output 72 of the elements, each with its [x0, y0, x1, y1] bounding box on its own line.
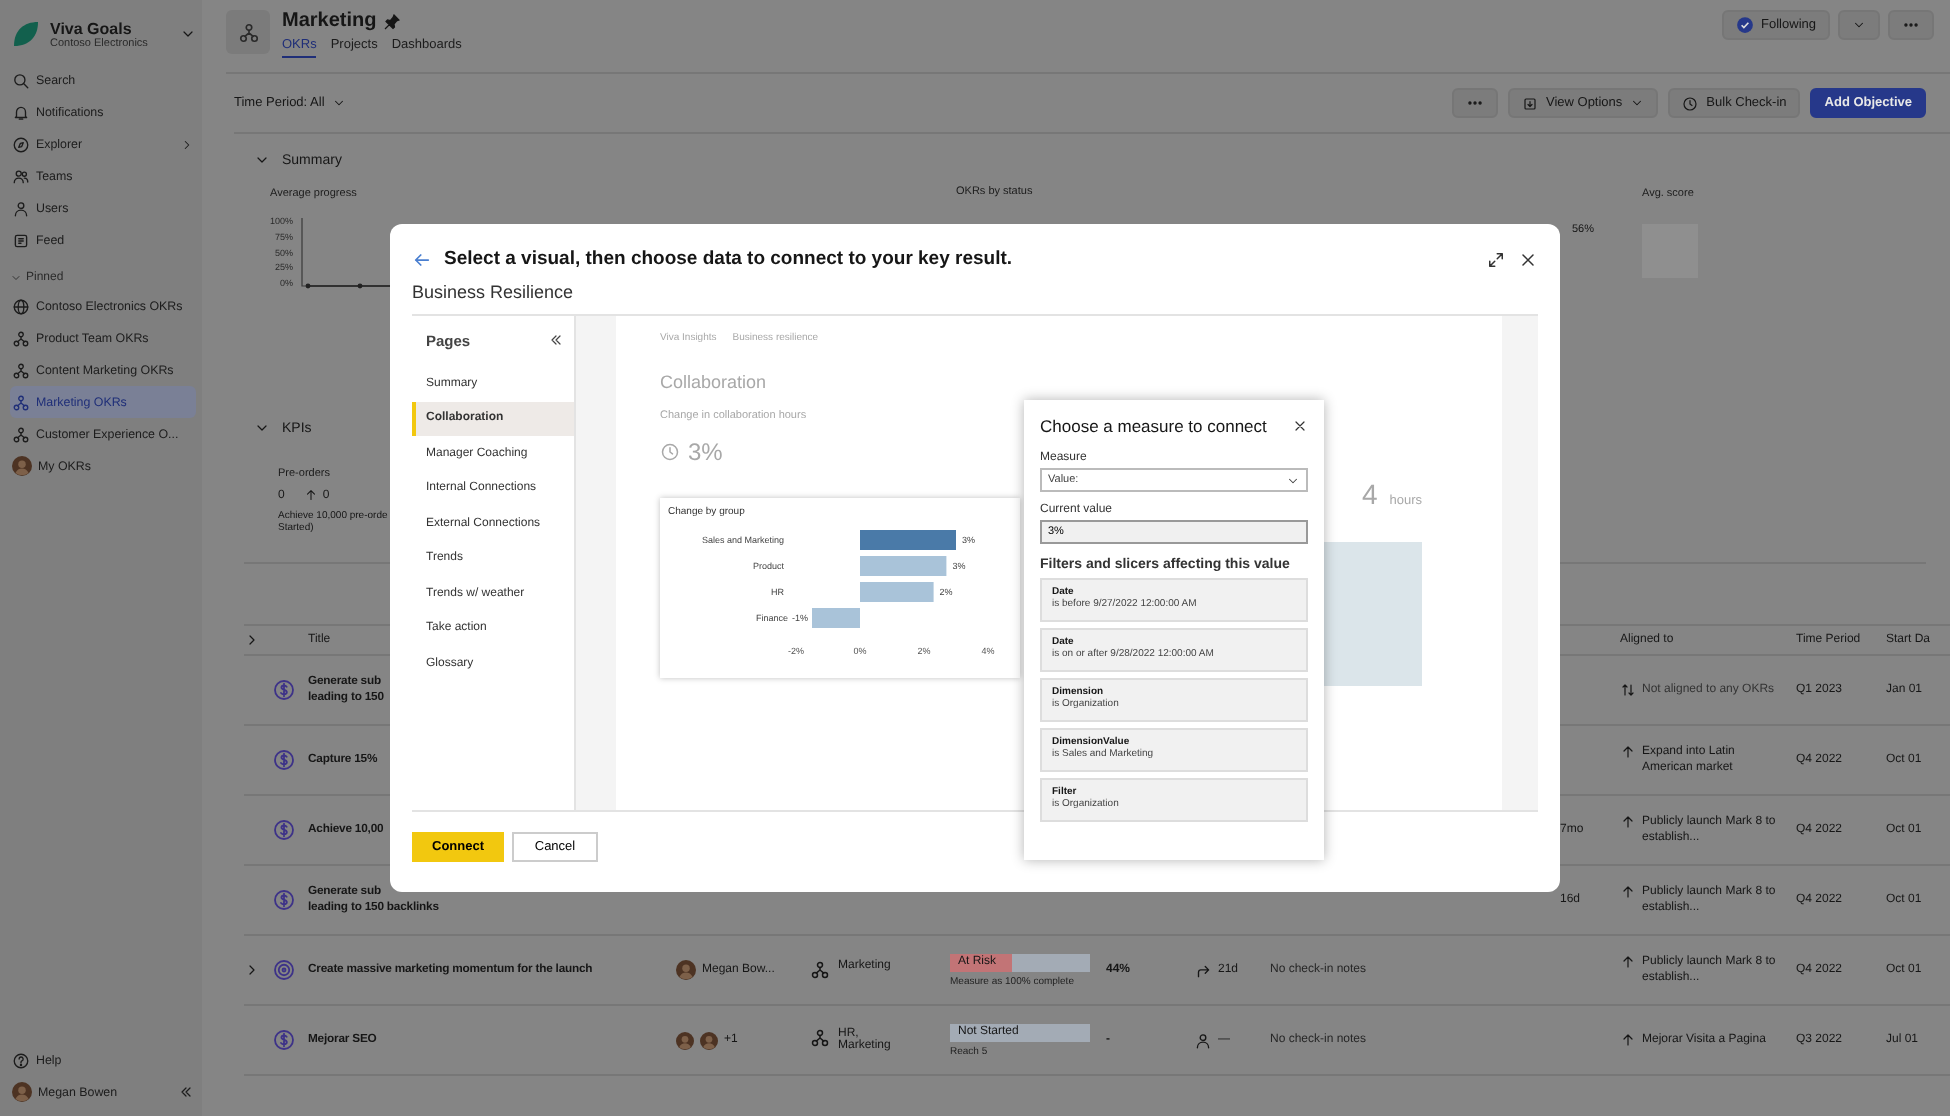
close-icon: [1518, 249, 1538, 269]
chevron-down-icon[interactable]: [254, 420, 270, 436]
avatar: [12, 1082, 32, 1102]
avatar: [12, 456, 32, 476]
arrow-up-icon: [1620, 953, 1636, 970]
search-icon: [12, 71, 30, 89]
arrow-up-icon: [1620, 883, 1636, 900]
arrow-up-icon: [304, 488, 319, 502]
feed-icon: [12, 231, 30, 249]
clock-icon: [660, 442, 680, 462]
key-result-icon: [272, 888, 296, 912]
compass-icon: [12, 135, 30, 153]
page-title: Marketing: [282, 10, 377, 32]
key-result-icon: [272, 818, 296, 842]
collapse-icon[interactable]: [548, 332, 564, 348]
app-name: Viva Goals: [50, 19, 134, 37]
globe-icon: [12, 297, 30, 315]
org-chart-icon: [12, 425, 30, 443]
report-page-title: Collaboration: [660, 372, 769, 392]
report-name: Business Resilience: [412, 282, 576, 302]
key-result-icon: [272, 748, 296, 772]
chevron-down-icon: [1286, 473, 1300, 487]
key-result-icon: [272, 678, 296, 702]
chevron-down-icon: [1852, 18, 1866, 32]
person-icon: [12, 199, 30, 217]
swap-arrows-icon: [1620, 681, 1636, 698]
logo-icon: [10, 18, 42, 50]
org-chart-icon: [810, 960, 830, 980]
people-icon: [12, 167, 30, 185]
chevron-down-icon: [10, 272, 22, 284]
close-button[interactable]: [1518, 249, 1538, 269]
metric-value: 4: [1361, 478, 1378, 510]
arrow-up-icon: [1620, 813, 1636, 830]
more-button[interactable]: [1451, 88, 1498, 118]
close-icon: [1292, 418, 1308, 434]
close-button[interactable]: [1292, 418, 1308, 434]
expand-icon[interactable]: [244, 962, 260, 978]
view-icon: [1521, 95, 1538, 111]
key-result-icon: [272, 1028, 296, 1052]
expand-icon[interactable]: [244, 632, 260, 648]
org-chart-icon: [12, 393, 30, 411]
avatar: [676, 960, 696, 980]
chevron-down-icon[interactable]: [254, 152, 270, 168]
chevron-down-icon: [332, 96, 347, 110]
org-chart-icon: [12, 361, 30, 379]
check-in-icon: [1682, 95, 1699, 111]
expand-icon: [1486, 249, 1506, 269]
chevron-down-icon: [1630, 96, 1645, 110]
chart-block: [1318, 542, 1422, 686]
arrow-up-icon: [1620, 743, 1636, 760]
org-chart-icon: [12, 329, 30, 347]
target-icon: [272, 958, 296, 982]
turn-arrow-icon: [1194, 961, 1212, 979]
back-button[interactable]: [412, 249, 432, 269]
card-value: 3%: [688, 438, 723, 466]
person-icon: [1194, 1031, 1212, 1049]
pin-icon[interactable]: [384, 13, 401, 29]
expand-button[interactable]: [1486, 249, 1506, 269]
org-chart-icon: [237, 21, 259, 43]
avatar: [676, 1031, 694, 1049]
org-chart-icon: [810, 1028, 830, 1048]
bell-icon: [12, 103, 30, 121]
chevron-down-icon[interactable]: [180, 26, 196, 42]
help-icon: [12, 1051, 30, 1069]
check-icon: [1735, 16, 1754, 34]
more-button[interactable]: [1888, 10, 1934, 40]
collapse-icon[interactable]: [178, 1084, 194, 1100]
avatar: [700, 1031, 718, 1049]
chevron-right-icon: [180, 137, 194, 151]
dialog-title: Select a visual, then choose data to connect to your key result.: [444, 248, 1013, 270]
panel-title: Choose a measure to connect: [1040, 416, 1267, 436]
arrow-up-icon: [1620, 1031, 1636, 1048]
